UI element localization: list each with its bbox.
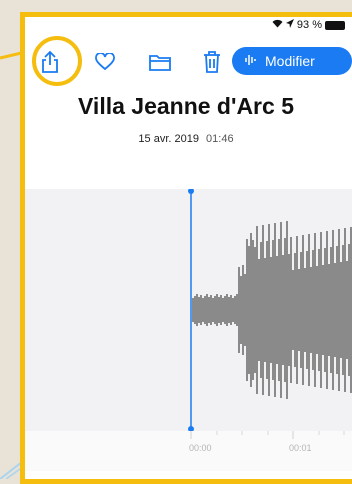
status-bar: 93 %	[272, 19, 345, 31]
heart-icon[interactable]	[92, 49, 118, 75]
recording-datetime: 15 avr. 2019 01:46	[25, 133, 347, 145]
battery-percent: 93 %	[296, 19, 322, 31]
folder-icon[interactable]	[147, 49, 173, 75]
waveform-area[interactable]	[25, 189, 352, 431]
modify-button[interactable]: Modifier	[232, 47, 352, 75]
timeline-tick-label: 00:00	[189, 443, 212, 453]
timeline-tick-label: 00:01	[289, 443, 312, 453]
battery-icon	[325, 20, 345, 30]
waveform	[188, 189, 352, 431]
recording-time: 01:46	[206, 133, 234, 145]
playhead-top-handle[interactable]	[188, 189, 194, 194]
wifi-icon	[272, 19, 283, 31]
waveform-icon	[244, 53, 258, 70]
app-screen: 93 % Modifier Villa Jeanne d'Arc 5 15 av…	[20, 12, 352, 484]
location-icon	[285, 19, 294, 31]
modify-label: Modifier	[265, 53, 315, 69]
recording-title: Villa Jeanne d'Arc 5	[78, 93, 294, 119]
trash-icon[interactable]	[199, 49, 225, 75]
highlight-circle	[32, 36, 82, 86]
timeline-ticks	[190, 431, 345, 439]
waveform-bars	[192, 221, 352, 399]
recording-date: 15 avr. 2019	[138, 133, 199, 145]
timeline: 00:00 00:01	[25, 431, 352, 471]
